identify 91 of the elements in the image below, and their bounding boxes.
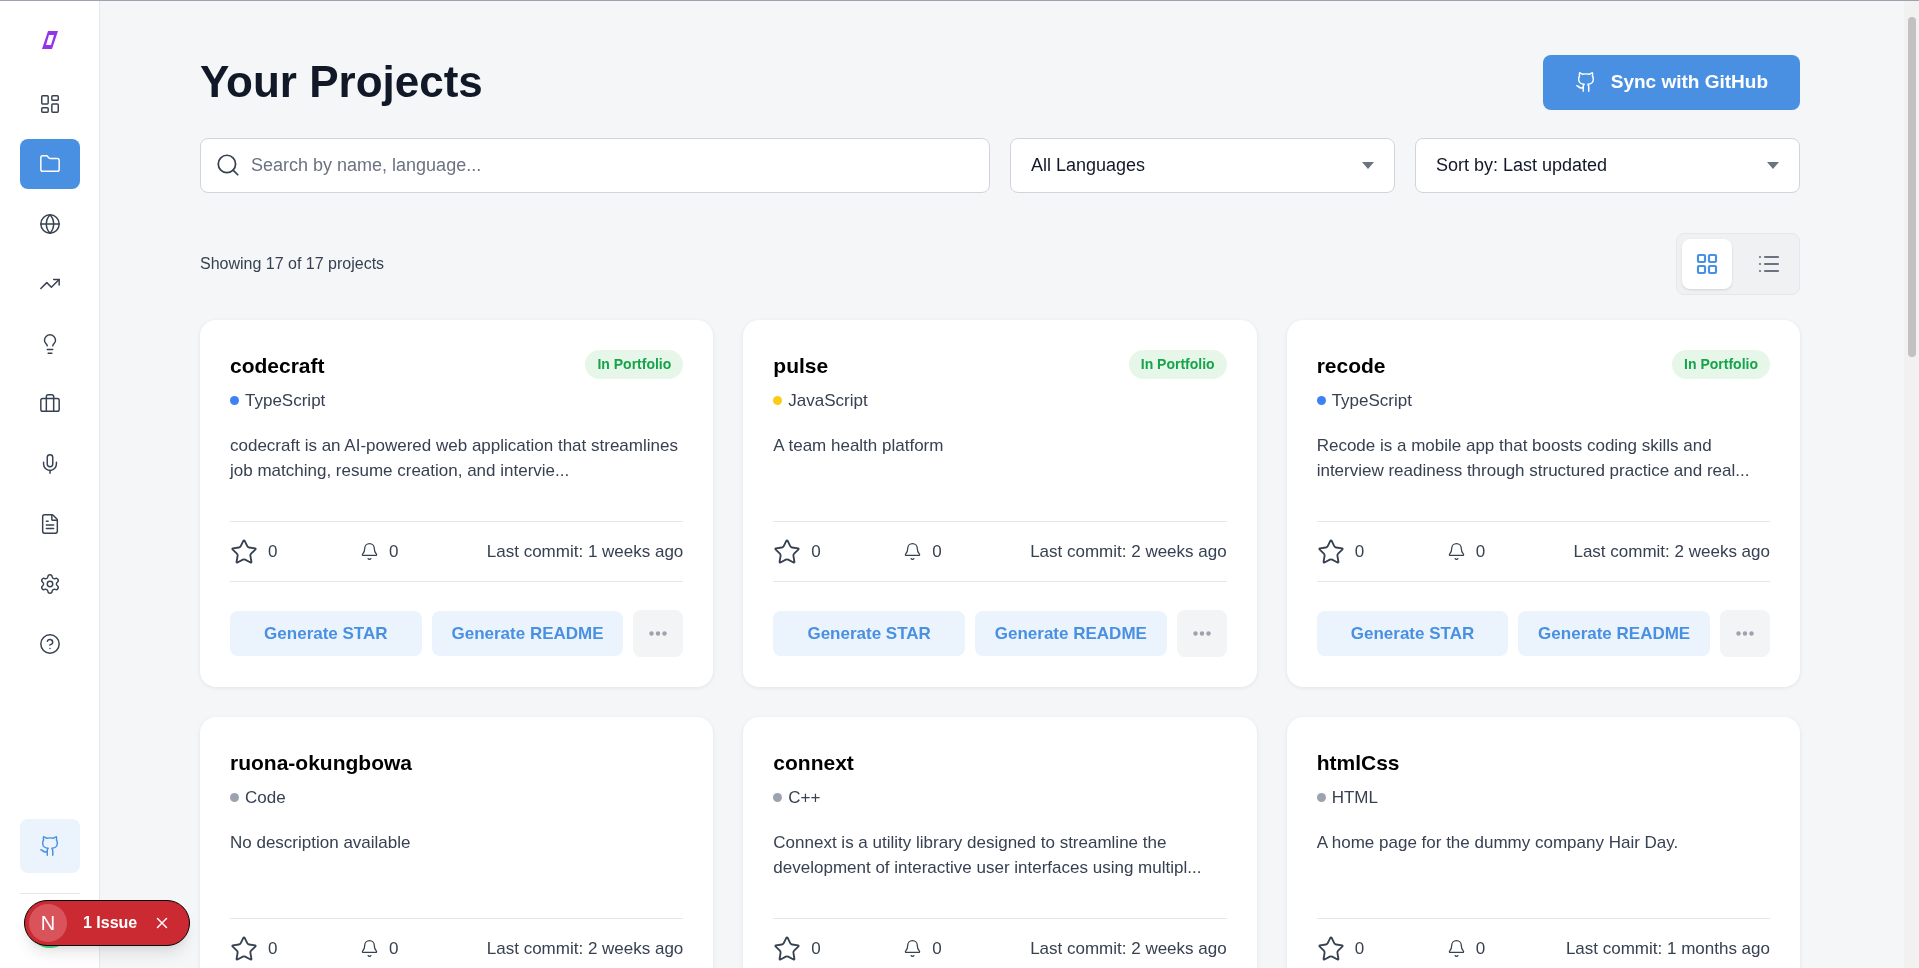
project-card[interactable]: ruona-okungbowa Code No description available 0 0 Last commit: 2 weeks ago bbox=[200, 717, 714, 968]
watcher-count: 0 bbox=[932, 540, 942, 563]
bell-icon bbox=[1446, 542, 1466, 561]
watcher-count: 0 bbox=[389, 937, 399, 960]
star-icon bbox=[230, 934, 258, 963]
github-button[interactable] bbox=[19, 819, 80, 873]
language-label: Code bbox=[245, 786, 286, 809]
grid-icon bbox=[1695, 252, 1719, 276]
bell-icon bbox=[903, 939, 923, 958]
bell-icon bbox=[360, 542, 379, 561]
last-commit: Last commit: 2 weeks ago bbox=[1573, 540, 1770, 563]
project-description: codecraft is an AI-powered web application that streamlines job matching, resume creation, and intervie... bbox=[230, 435, 679, 482]
project-name: pulse bbox=[773, 353, 829, 379]
language-label: C++ bbox=[788, 786, 821, 809]
portfolio-badge: In Portfolio bbox=[1128, 350, 1227, 379]
generate-button[interactable]: Generate README bbox=[1518, 611, 1710, 656]
language-label: JavaScript bbox=[788, 389, 868, 412]
project-description: Recode is a mobile app that boosts coding skills and interview readiness through structured practice and real... bbox=[1316, 435, 1751, 482]
star-count: 0 bbox=[811, 540, 821, 563]
page-title: Your Projects bbox=[200, 56, 483, 108]
issue-toast[interactable]: N 1 Issue bbox=[24, 900, 191, 946]
watcher-count: 0 bbox=[1475, 540, 1486, 563]
project-card[interactable]: connext C++ Connext is a utility library designed to streamline the development of interactive user interfaces using multipl... 0 0 Last commit: 2 weeks ago bbox=[743, 717, 1257, 968]
dropdown[interactable]: All Languages bbox=[1010, 138, 1395, 193]
last-commit: Last commit: 2 weeks ago bbox=[486, 937, 684, 960]
last-commit: Last commit: 2 weeks ago bbox=[1030, 937, 1227, 960]
language-label: HTML bbox=[1331, 786, 1378, 809]
caret-icon bbox=[1362, 162, 1374, 169]
star-icon bbox=[1316, 934, 1345, 963]
github-icon bbox=[1574, 71, 1597, 93]
portfolio-badge: In Portfolio bbox=[585, 350, 684, 379]
github-icon bbox=[38, 835, 61, 857]
project-description: No description available bbox=[230, 832, 412, 854]
project-description: A team health platform bbox=[773, 435, 945, 457]
star-count: 0 bbox=[1354, 540, 1365, 563]
project-card[interactable] bbox=[1286, 320, 1800, 687]
sync-button[interactable]: Sync with GitHub bbox=[1542, 54, 1800, 110]
dropdown[interactable]: Sort by: Last updated bbox=[1415, 138, 1800, 193]
more-icon bbox=[1192, 631, 1211, 636]
project-card[interactable]: codecraft In Portfolio TypeScript codecraft is an AI-powered web application that streamlines job matching, resume creation, and intervie... 0 0 Last commit: 1 weeks ago Generate STAR Generate README bbox=[200, 320, 714, 687]
star-icon bbox=[773, 537, 802, 566]
bell-icon bbox=[1446, 939, 1466, 958]
generate-button[interactable]: Generate STAR bbox=[773, 611, 965, 656]
watcher-count: 0 bbox=[1475, 937, 1486, 960]
more-icon bbox=[649, 631, 668, 636]
help-icon bbox=[38, 633, 61, 655]
project-name: recode bbox=[1316, 353, 1386, 379]
dashboard-icon bbox=[38, 93, 61, 115]
generate-button[interactable]: Generate STAR bbox=[230, 611, 422, 656]
results-count: Showing 17 of 17 projects bbox=[200, 254, 385, 274]
generate-button[interactable]: Generate README bbox=[431, 611, 624, 656]
project-description: A home page for the dummy company Hair Day. bbox=[1316, 832, 1680, 854]
language-label: TypeScript bbox=[245, 389, 326, 412]
portfolio-badge: In Portfolio bbox=[1672, 350, 1770, 379]
project-name: codecraft bbox=[230, 353, 325, 379]
project-name: connext bbox=[773, 750, 854, 776]
last-commit: Last commit: 2 weeks ago bbox=[1030, 540, 1227, 563]
logo-icon bbox=[40, 30, 59, 50]
issue-initial: N bbox=[29, 904, 67, 942]
more-icon bbox=[1736, 631, 1754, 636]
star-count: 0 bbox=[268, 937, 278, 960]
generate-button[interactable]: Generate STAR bbox=[1316, 611, 1509, 656]
language-label: TypeScript bbox=[1331, 389, 1412, 412]
project-description: Connext is a utility library designed to streamline the development of interactive user interfaces using multipl... bbox=[773, 832, 1203, 879]
project-name: ruona-okungbowa bbox=[230, 750, 412, 776]
star-count: 0 bbox=[1354, 937, 1365, 960]
grid-view-button[interactable] bbox=[1682, 239, 1732, 289]
settings-icon bbox=[38, 573, 61, 595]
issue-label: 1 Issue bbox=[83, 913, 138, 933]
watcher-count: 0 bbox=[932, 937, 942, 960]
generate-button[interactable]: Generate README bbox=[975, 611, 1167, 656]
briefcase-icon bbox=[38, 393, 61, 415]
search-field[interactable]: Search by name, language... bbox=[200, 138, 990, 193]
globe-icon bbox=[38, 213, 61, 235]
bell-icon bbox=[360, 939, 379, 958]
project-name: htmlCss bbox=[1316, 750, 1400, 776]
caret-icon bbox=[1767, 162, 1779, 169]
project-card[interactable]: htmlCss HTML A home page for the dummy company Hair Day. 0 0 Last commit: 1 months ago bbox=[1286, 717, 1800, 968]
watcher-count: 0 bbox=[389, 540, 399, 563]
project-card[interactable]: pulse In Portfolio JavaScript A team health platform 0 0 Last commit: 2 weeks ago Generate STAR Generate README bbox=[743, 320, 1257, 687]
scrollbar-thumb[interactable] bbox=[1907, 17, 1916, 357]
folder-icon bbox=[38, 153, 61, 175]
star-icon bbox=[230, 537, 258, 566]
star-icon bbox=[1316, 537, 1345, 566]
search-icon bbox=[215, 152, 241, 178]
bell-icon bbox=[903, 542, 923, 561]
star-icon bbox=[773, 934, 802, 963]
star-count: 0 bbox=[268, 540, 278, 563]
last-commit: Last commit: 1 weeks ago bbox=[486, 540, 684, 563]
star-count: 0 bbox=[811, 937, 821, 960]
last-commit: Last commit: 1 months ago bbox=[1565, 937, 1770, 960]
